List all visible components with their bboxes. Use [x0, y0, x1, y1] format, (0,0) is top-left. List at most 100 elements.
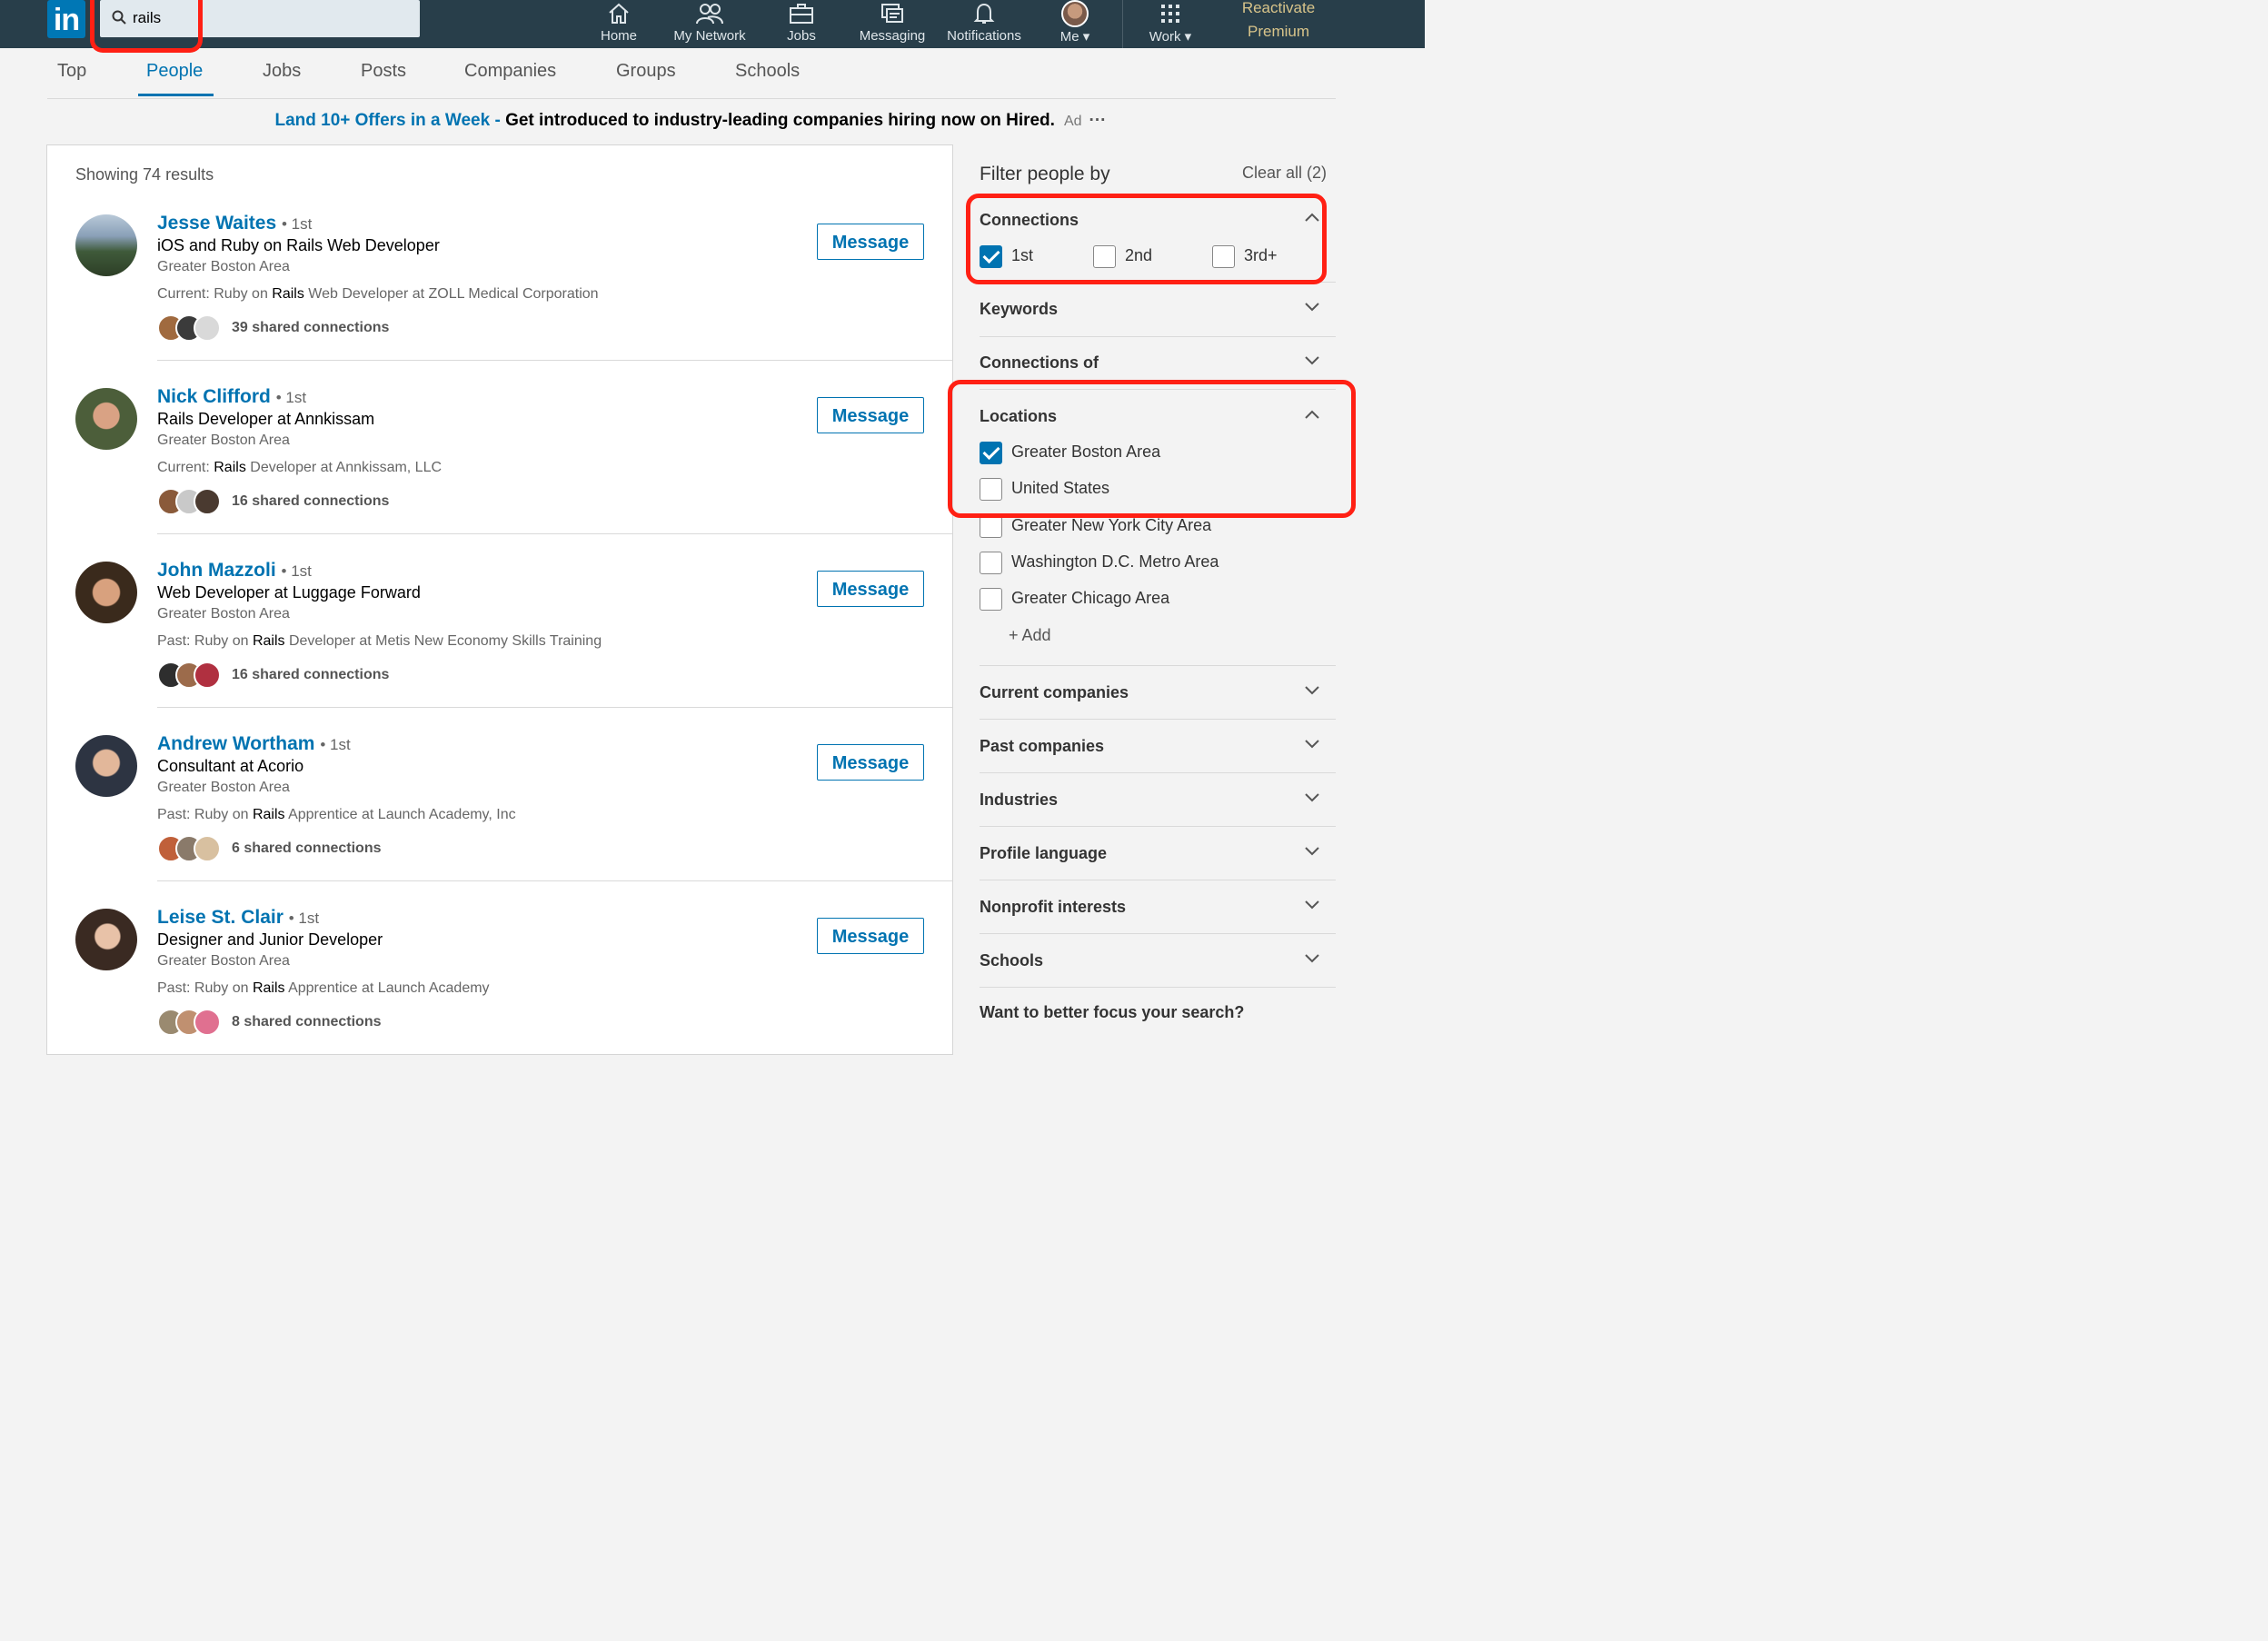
- filter-section-profile-language[interactable]: Profile language: [980, 827, 1336, 880]
- nav-home-label: Home: [600, 28, 637, 44]
- profile-photo[interactable]: [75, 214, 137, 276]
- snippet-highlight: Rails: [252, 633, 285, 649]
- filter-heading: Filter people by: [980, 164, 1110, 184]
- chevron-down-icon[interactable]: [1305, 954, 1319, 963]
- tab-companies[interactable]: Companies: [464, 61, 556, 82]
- avatar: [1061, 0, 1089, 27]
- snippet-pre: Past: Ruby on: [157, 807, 253, 822]
- checkbox[interactable]: [980, 515, 1002, 538]
- ad-more-icon[interactable]: ···: [1089, 111, 1107, 130]
- profile-photo[interactable]: [75, 909, 137, 970]
- highlight-connections-annotation: [966, 194, 1327, 284]
- connection-degree: • 1st: [275, 389, 307, 406]
- nav-me[interactable]: Me ▾: [1054, 0, 1096, 48]
- profile-photo[interactable]: [75, 388, 137, 450]
- nav-messaging-label: Messaging: [859, 28, 926, 44]
- checkbox-label: Greater New York City Area: [1011, 516, 1212, 534]
- nav-my-network[interactable]: My Network: [671, 0, 749, 48]
- profile-headline: Designer and Junior Developer: [157, 930, 383, 949]
- nav-jobs[interactable]: Jobs: [781, 0, 821, 48]
- checkbox[interactable]: [980, 588, 1002, 611]
- profile-snippet: Past: Ruby on Rails Apprentice at Launch…: [157, 980, 490, 997]
- clear-all-filters[interactable]: Clear all (2): [1242, 164, 1327, 183]
- ad-tag: Ad: [1063, 114, 1082, 129]
- message-button[interactable]: Message: [817, 571, 924, 607]
- profile-headline: Web Developer at Luggage Forward: [157, 583, 421, 602]
- filter-title: Industries: [980, 791, 1059, 809]
- profile-photo[interactable]: [75, 735, 137, 797]
- top-navigation-bar: in Home My Network Jobs: [0, 0, 1425, 48]
- shared-avatar: [194, 1009, 221, 1036]
- filter-section-nonprofit-interests[interactable]: Nonprofit interests: [980, 880, 1336, 934]
- filter-section-keywords[interactable]: Keywords: [980, 282, 1336, 337]
- chevron-down-icon[interactable]: [1305, 740, 1319, 749]
- connection-degree: • 1st: [281, 562, 312, 580]
- chevron-down-icon[interactable]: [1305, 356, 1319, 365]
- nav-work[interactable]: Work ▾: [1143, 0, 1198, 48]
- checkbox-label: Greater Chicago Area: [1011, 589, 1170, 607]
- profile-name[interactable]: Andrew Wortham: [157, 733, 314, 754]
- bell-icon: [973, 3, 995, 24]
- profile-snippet: Past: Ruby on Rails Developer at Metis N…: [157, 633, 602, 650]
- filter-title: Keywords: [980, 300, 1059, 318]
- briefcase-icon: [790, 4, 813, 24]
- filter-section-schools[interactable]: Schools: [980, 934, 1336, 988]
- profile-name[interactable]: Jesse Waites: [157, 213, 276, 234]
- filter-title: Current companies: [980, 683, 1129, 701]
- snippet-post: Apprentice at Launch Academy: [284, 980, 490, 996]
- nav-messaging[interactable]: Messaging: [857, 0, 928, 48]
- filter-section-past-companies[interactable]: Past companies: [980, 720, 1336, 773]
- messaging-icon: [881, 4, 903, 23]
- connection-degree: • 1st: [281, 215, 313, 233]
- nav-jobs-label: Jobs: [787, 28, 816, 44]
- checkbox[interactable]: [980, 552, 1002, 574]
- snippet-highlight: Rails: [252, 980, 285, 996]
- tab-top[interactable]: Top: [57, 61, 86, 82]
- search-type-tabs: Top People Jobs Posts Companies Groups S…: [47, 48, 1336, 99]
- profile-location: Greater Boston Area: [157, 953, 290, 969]
- profile-name[interactable]: Leise St. Clair: [157, 907, 284, 928]
- nav-notifications[interactable]: Notifications: [942, 0, 1026, 48]
- profile-location: Greater Boston Area: [157, 606, 290, 622]
- snippet-pre: Past: Ruby on: [157, 980, 253, 996]
- chevron-down-icon[interactable]: [1305, 303, 1319, 312]
- reactivate-premium-link[interactable]: Reactivate Premium: [1228, 0, 1328, 44]
- tab-posts[interactable]: Posts: [361, 61, 406, 82]
- chevron-down-icon[interactable]: [1305, 793, 1319, 802]
- ad-text[interactable]: Get introduced to industry-leading compa…: [505, 111, 1055, 130]
- tab-jobs[interactable]: Jobs: [263, 61, 301, 82]
- message-button[interactable]: Message: [817, 744, 924, 781]
- profile-headline: iOS and Ruby on Rails Web Developer: [157, 236, 440, 254]
- tab-schools[interactable]: Schools: [735, 61, 800, 82]
- filter-title: Profile language: [980, 844, 1108, 862]
- chevron-down-icon[interactable]: [1305, 686, 1319, 695]
- tab-groups[interactable]: Groups: [616, 61, 676, 82]
- message-button[interactable]: Message: [817, 397, 924, 433]
- snippet-highlight: Rails: [214, 460, 246, 475]
- result-item: Andrew Wortham • 1st Consultant at Acori…: [47, 675, 952, 862]
- profile-name[interactable]: John Mazzoli: [157, 560, 276, 581]
- chevron-down-icon[interactable]: [1305, 847, 1319, 856]
- results-card: Showing 74 results Jesse Waites • 1st iO…: [47, 145, 952, 1054]
- active-tab-indicator: [138, 94, 214, 96]
- profile-headline: Consultant at Acorio: [157, 757, 304, 775]
- message-button[interactable]: Message: [817, 918, 924, 954]
- filter-title: Connections of: [980, 353, 1099, 372]
- filter-section-industries[interactable]: Industries: [980, 773, 1336, 827]
- nav-my-network-label: My Network: [673, 28, 746, 44]
- tab-people[interactable]: People: [146, 61, 203, 82]
- grid-icon: [1161, 5, 1179, 23]
- result-item: Nick Clifford • 1st Rails Developer at A…: [47, 328, 952, 515]
- filter-section-current-companies[interactable]: Current companies: [980, 666, 1336, 720]
- profile-name[interactable]: Nick Clifford: [157, 386, 271, 407]
- chevron-down-icon[interactable]: [1305, 900, 1319, 910]
- linkedin-logo[interactable]: in: [47, 0, 85, 38]
- result-item: Jesse Waites • 1st iOS and Ruby on Rails…: [47, 154, 952, 342]
- add-location-button[interactable]: + Add: [1009, 626, 1051, 645]
- ad-link[interactable]: Land 10+ Offers in a Week -: [274, 111, 505, 130]
- nav-home[interactable]: Home: [595, 0, 642, 48]
- nav-work-label: Work ▾: [1149, 29, 1192, 45]
- profile-location: Greater Boston Area: [157, 259, 290, 274]
- message-button[interactable]: Message: [817, 224, 924, 260]
- profile-photo[interactable]: [75, 562, 137, 623]
